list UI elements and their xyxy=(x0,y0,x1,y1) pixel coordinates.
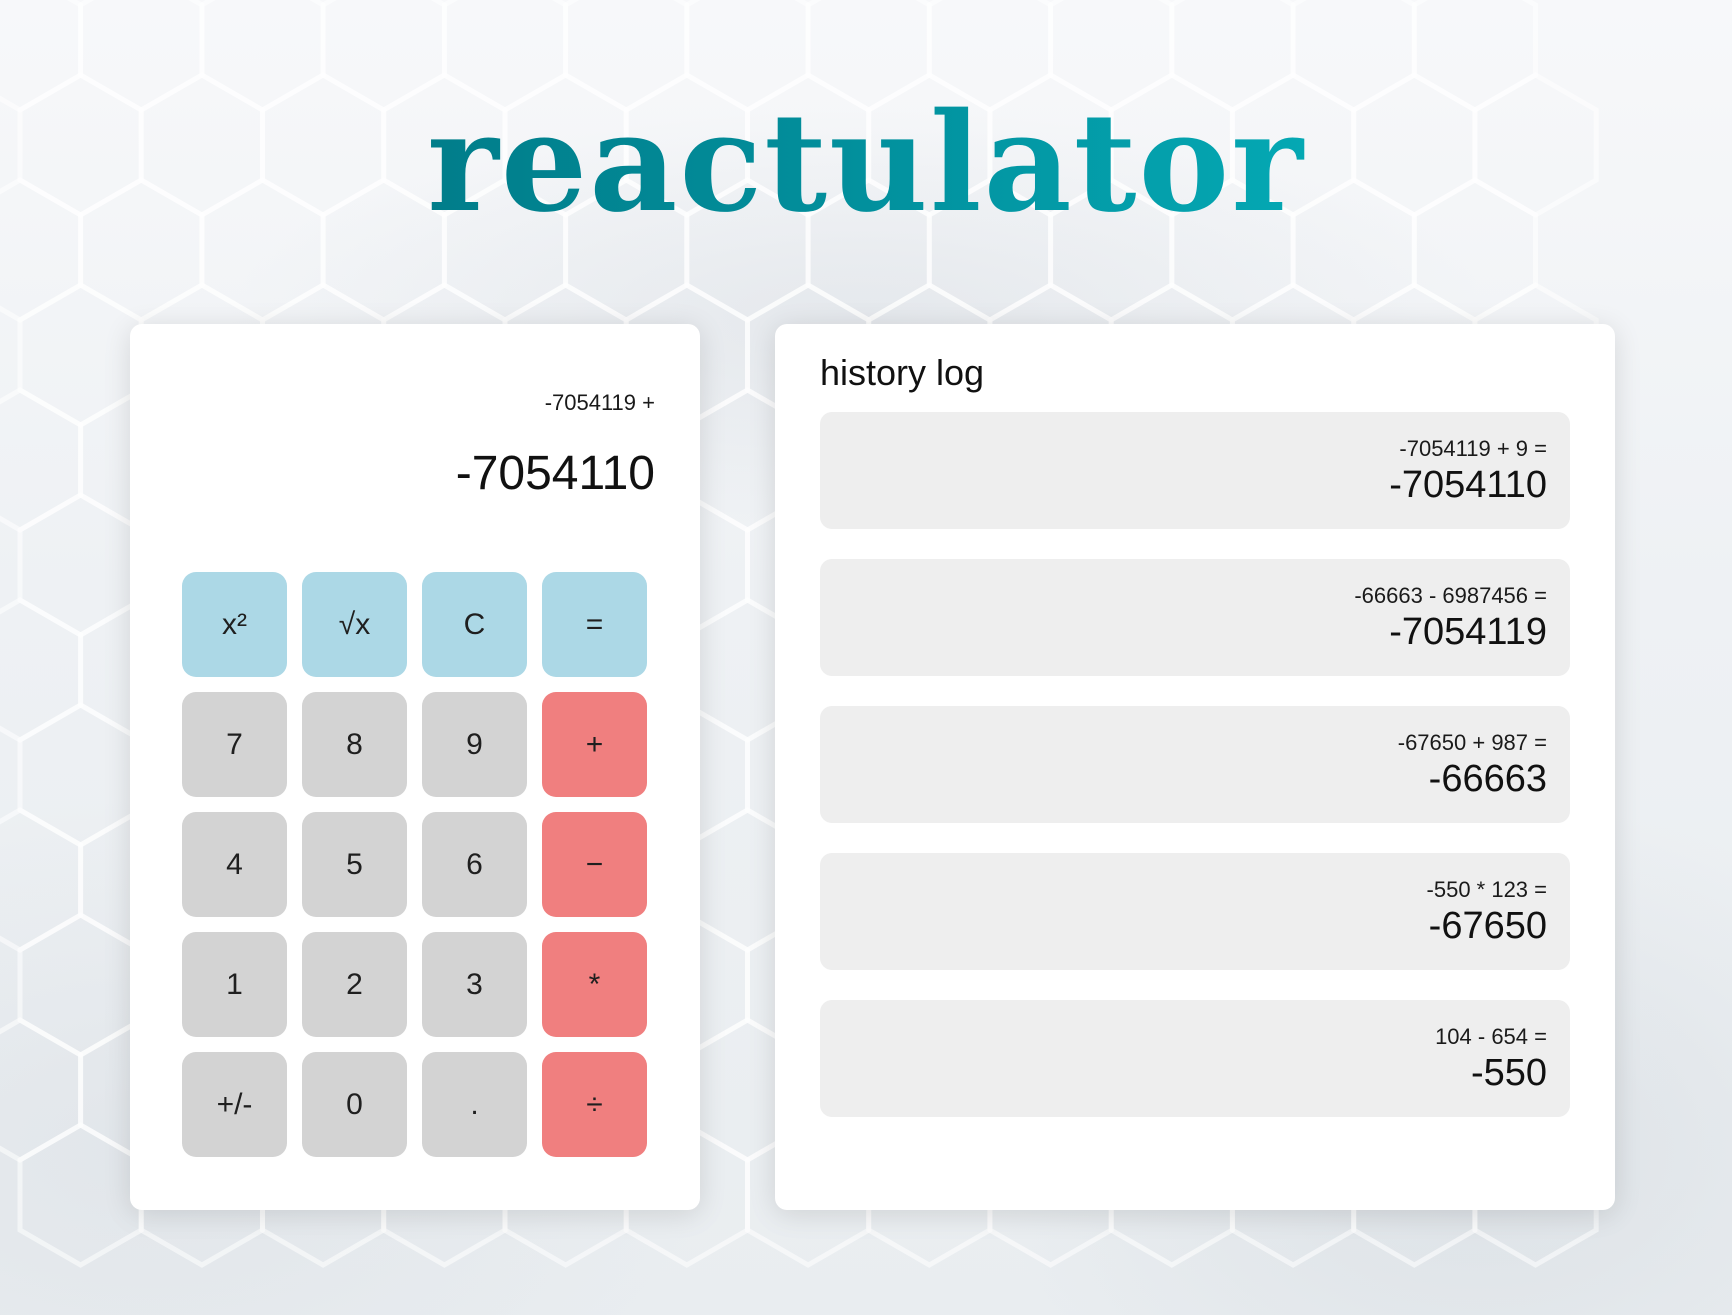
digit-9-button[interactable]: 9 xyxy=(422,692,527,797)
expression-display: -7054119 + xyxy=(544,390,655,415)
history-expression: -550 * 123 = xyxy=(1426,877,1547,902)
hexagon-shape xyxy=(17,702,144,848)
history-result: -550 xyxy=(1470,1052,1547,1094)
history-item[interactable]: 104 - 654 = -550 xyxy=(820,1000,1570,1117)
history-item[interactable]: -67650 + 987 = -66663 xyxy=(820,706,1570,823)
app-title: reactulator xyxy=(0,88,1732,238)
hexagon-shape xyxy=(17,282,144,428)
history-result: -67650 xyxy=(1428,905,1547,947)
hexagon-shape xyxy=(0,807,84,953)
history-item[interactable]: -7054119 + 9 = -7054110 xyxy=(820,412,1570,529)
hexagon-shape xyxy=(17,912,144,1058)
history-expression: -7054119 + 9 = xyxy=(1399,436,1547,461)
history-expression: -67650 + 987 = xyxy=(1397,730,1547,755)
clear-button[interactable]: C xyxy=(422,572,527,677)
divide-button[interactable]: ÷ xyxy=(542,1052,647,1157)
keypad: x² √x C = 7 8 9 +4 5 6− 1 2 3 * +/- 0. ÷ xyxy=(182,572,647,1157)
hexagon-shape xyxy=(0,1017,84,1163)
sqrt-button[interactable]: √x xyxy=(302,572,407,677)
history-result: -7054119 xyxy=(1389,611,1547,653)
calculator-panel: -7054119 + -7054110 x² √x C = 7 8 9 +4 5 6− 1 2 3 * +/… xyxy=(130,324,700,1210)
negate-button[interactable]: +/- xyxy=(182,1052,287,1157)
decimal-button[interactable]: . xyxy=(422,1052,527,1157)
history-list: -7054119 + 9 = -7054110 -66663 - 6987456 =… xyxy=(820,412,1570,1147)
history-result: -7054110 xyxy=(1389,464,1547,506)
digit-1-button[interactable]: 1 xyxy=(182,932,287,1037)
hexagon-shape xyxy=(0,387,84,533)
multiply-button[interactable]: * xyxy=(542,932,647,1037)
digit-4-button[interactable]: 4 xyxy=(182,812,287,917)
hexagon-shape xyxy=(17,492,144,638)
digit-8-button[interactable]: 8 xyxy=(302,692,407,797)
history-item[interactable]: -66663 - 6987456 = -7054119 xyxy=(820,559,1570,676)
digit-6-button[interactable]: 6 xyxy=(422,812,527,917)
result-display: -7054110 xyxy=(455,447,655,500)
digit-0-button[interactable]: 0 xyxy=(302,1052,407,1157)
equals-button[interactable]: = xyxy=(542,572,647,677)
history-item[interactable]: -550 * 123 = -67650 xyxy=(820,853,1570,970)
history-result: -66663 xyxy=(1428,758,1547,800)
digit-2-button[interactable]: 2 xyxy=(302,932,407,1037)
hexagon-shape xyxy=(0,597,84,743)
digit-5-button[interactable]: 5 xyxy=(302,812,407,917)
history-expression: -66663 - 6987456 = xyxy=(1354,583,1547,608)
history-expression: 104 - 654 = xyxy=(1435,1024,1547,1049)
digit-7-button[interactable]: 7 xyxy=(182,692,287,797)
subtract-button[interactable]: − xyxy=(542,812,647,917)
history-title: history log xyxy=(820,352,985,393)
add-button[interactable]: + xyxy=(542,692,647,797)
digit-3-button[interactable]: 3 xyxy=(422,932,527,1037)
hexagon-shape xyxy=(17,1122,144,1268)
square-button[interactable]: x² xyxy=(182,572,287,677)
history-panel: history log -7054119 + 9 = -7054110 -66663… xyxy=(775,324,1615,1210)
